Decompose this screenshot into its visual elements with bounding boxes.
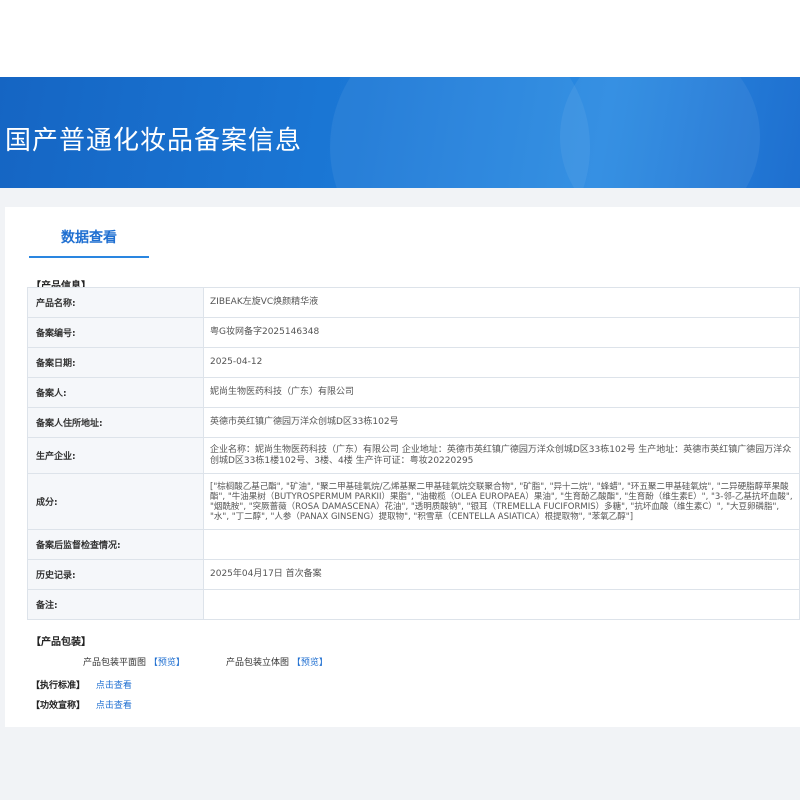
field-label: 备案人:	[27, 377, 204, 408]
main-content: 数据查看 【产品信息】 产品名称: ZIBEAK左旋VC焕颜精华液 备案编号: …	[5, 207, 800, 727]
banner-decoration	[560, 77, 760, 188]
table-row: 备案人: 妮尚生物医药科技（广东）有限公司	[27, 377, 800, 408]
table-row: 备案人住所地址: 英德市英红镇广德园万洋众创城D区33栋102号	[27, 407, 800, 438]
packaging-item: 产品包装平面图 【预览】	[83, 655, 185, 668]
field-value: 粤G妆网备字2025146348	[203, 317, 800, 348]
field-value: ZIBEAK左旋VC焕颜精华液	[203, 287, 800, 318]
preview-link[interactable]: 【预览】	[149, 658, 185, 668]
field-label: 备案日期:	[27, 347, 204, 378]
field-label: 生产企业:	[27, 437, 204, 474]
efficacy-row: 【功效宣称】 点击查看	[31, 698, 132, 711]
table-row: 生产企业: 企业名称：妮尚生物医药科技（广东）有限公司 企业地址：英德市英红镇广…	[27, 437, 800, 474]
packaging-item: 产品包装立体图 【预览】	[226, 655, 328, 668]
tab-data-view[interactable]: 数据查看	[29, 227, 149, 257]
field-value: 2025年04月17日 首次备案	[203, 559, 800, 590]
section-label-packaging: 【产品包装】	[31, 637, 91, 648]
product-info-table: 产品名称: ZIBEAK左旋VC焕颜精华液 备案编号: 粤G妆网备字202514…	[27, 287, 800, 620]
packaging-item-label: 产品包装平面图	[83, 658, 147, 668]
table-row: 备案后监督检查情况:	[27, 529, 800, 560]
field-label: 备案人住所地址:	[27, 407, 204, 438]
table-row: 备注:	[27, 589, 800, 620]
packaging-item-label: 产品包装立体图	[226, 658, 290, 668]
field-label: 备注:	[27, 589, 204, 620]
table-row: 成分: ["棕榈酸乙基己酯", "矿油", "聚二甲基硅氧烷/乙烯基聚二甲基硅氧…	[27, 473, 800, 530]
table-row: 历史记录: 2025年04月17日 首次备案	[27, 559, 800, 590]
field-label: 产品名称:	[27, 287, 204, 318]
table-row: 备案编号: 粤G妆网备字2025146348	[27, 317, 800, 348]
field-value	[203, 589, 800, 620]
field-label: 历史记录:	[27, 559, 204, 590]
field-value: 英德市英红镇广德园万洋众创城D区33栋102号	[203, 407, 800, 438]
field-value: 2025-04-12	[203, 347, 800, 378]
header-banner: 国产普通化妆品备案信息	[0, 77, 800, 188]
standards-view-link[interactable]: 点击查看	[96, 681, 132, 691]
field-value: 企业名称：妮尚生物医药科技（广东）有限公司 企业地址：英德市英红镇广德园万洋众创…	[203, 437, 800, 474]
standards-label: 【执行标准】	[31, 681, 86, 691]
field-label: 备案后监督检查情况:	[27, 529, 204, 560]
standards-row: 【执行标准】 点击查看	[31, 678, 132, 691]
table-row: 备案日期: 2025-04-12	[27, 347, 800, 378]
field-label: 成分:	[27, 473, 204, 530]
active-tab-indicator	[29, 256, 149, 258]
field-value: ["棕榈酸乙基己酯", "矿油", "聚二甲基硅氧烷/乙烯基聚二甲基硅氧烷交联聚…	[203, 473, 800, 530]
efficacy-label: 【功效宣称】	[31, 701, 86, 711]
efficacy-view-link[interactable]: 点击查看	[96, 701, 132, 711]
preview-link[interactable]: 【预览】	[292, 658, 328, 668]
table-row: 产品名称: ZIBEAK左旋VC焕颜精华液	[27, 287, 800, 318]
field-label: 备案编号:	[27, 317, 204, 348]
page-title: 国产普通化妆品备案信息	[5, 126, 303, 156]
banner-decoration	[330, 77, 590, 188]
field-value: 妮尚生物医药科技（广东）有限公司	[203, 377, 800, 408]
field-value	[203, 529, 800, 560]
